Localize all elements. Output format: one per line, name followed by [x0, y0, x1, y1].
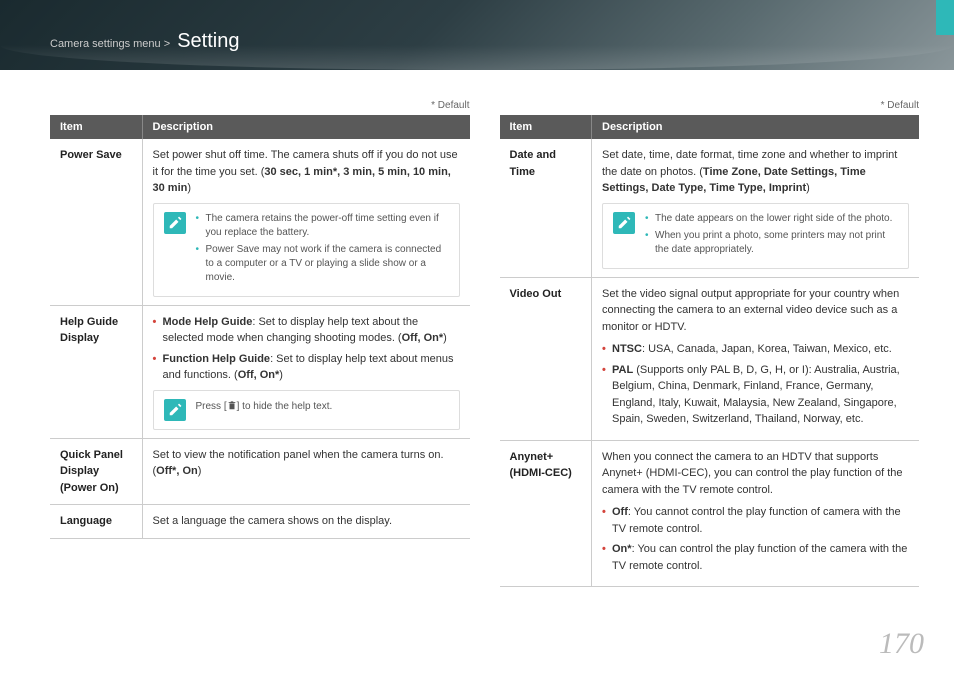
- row-help-guide: Help Guide Display Mode Help Guide: Set …: [50, 305, 470, 438]
- page-title: Setting: [177, 30, 239, 52]
- item-label: Power Save: [50, 139, 142, 305]
- default-note-left: * Default: [50, 100, 470, 111]
- tip-box: The date appears on the lower right side…: [602, 203, 909, 269]
- pen-icon: [164, 399, 186, 421]
- tip-box: The camera retains the power-off time se…: [153, 203, 460, 297]
- item-desc: Set the video signal output appropriate …: [592, 277, 920, 440]
- accent-tab: [936, 0, 954, 35]
- right-column: * Default Item Description Date and Time…: [500, 100, 920, 587]
- item-desc: When you connect the camera to an HDTV t…: [592, 440, 920, 587]
- item-label: Date and Time: [500, 139, 592, 277]
- th-desc: Description: [142, 115, 470, 139]
- item-desc: Set power shut off time. The camera shut…: [142, 139, 470, 305]
- trash-icon: [227, 400, 237, 411]
- tip-line: The camera retains the power-off time se…: [196, 212, 449, 240]
- settings-table-left: Item Description Power Save Set power sh…: [50, 115, 470, 539]
- pen-icon: [613, 212, 635, 234]
- settings-table-right: Item Description Date and Time Set date,…: [500, 115, 920, 587]
- th-item: Item: [500, 115, 592, 139]
- tip-line: Power Save may not work if the camera is…: [196, 243, 449, 285]
- row-power-save: Power Save Set power shut off time. The …: [50, 139, 470, 305]
- item-desc: Set a language the camera shows on the d…: [142, 505, 470, 539]
- row-anynet: Anynet+ (HDMI-CEC) When you connect the …: [500, 440, 920, 587]
- default-note-right: * Default: [500, 100, 920, 111]
- item-label: Language: [50, 505, 142, 539]
- page-header: Camera settings menu > Setting: [0, 0, 954, 70]
- th-item: Item: [50, 115, 142, 139]
- item-desc: Set date, time, date format, time zone a…: [592, 139, 920, 277]
- item-label: Anynet+ (HDMI-CEC): [500, 440, 592, 587]
- page-number: 170: [879, 627, 924, 661]
- item-desc: Mode Help Guide: Set to display help tex…: [142, 305, 470, 438]
- item-label: Help Guide Display: [50, 305, 142, 438]
- row-quick-panel: Quick Panel Display (Power On) Set to vi…: [50, 438, 470, 505]
- row-language: Language Set a language the camera shows…: [50, 505, 470, 539]
- row-date-time: Date and Time Set date, time, date forma…: [500, 139, 920, 277]
- item-desc: Set to view the notification panel when …: [142, 438, 470, 505]
- row-video-out: Video Out Set the video signal output ap…: [500, 277, 920, 440]
- tip-line: When you print a photo, some printers ma…: [645, 229, 898, 257]
- pen-icon: [164, 212, 186, 234]
- item-label: Video Out: [500, 277, 592, 440]
- item-label: Quick Panel Display (Power On): [50, 438, 142, 505]
- tip-box: Press [] to hide the help text.: [153, 390, 460, 430]
- left-column: * Default Item Description Power Save Se…: [50, 100, 470, 587]
- th-desc: Description: [592, 115, 920, 139]
- tip-line: The date appears on the lower right side…: [645, 212, 898, 226]
- content-area: * Default Item Description Power Save Se…: [0, 70, 954, 587]
- breadcrumb: Camera settings menu >: [50, 38, 170, 50]
